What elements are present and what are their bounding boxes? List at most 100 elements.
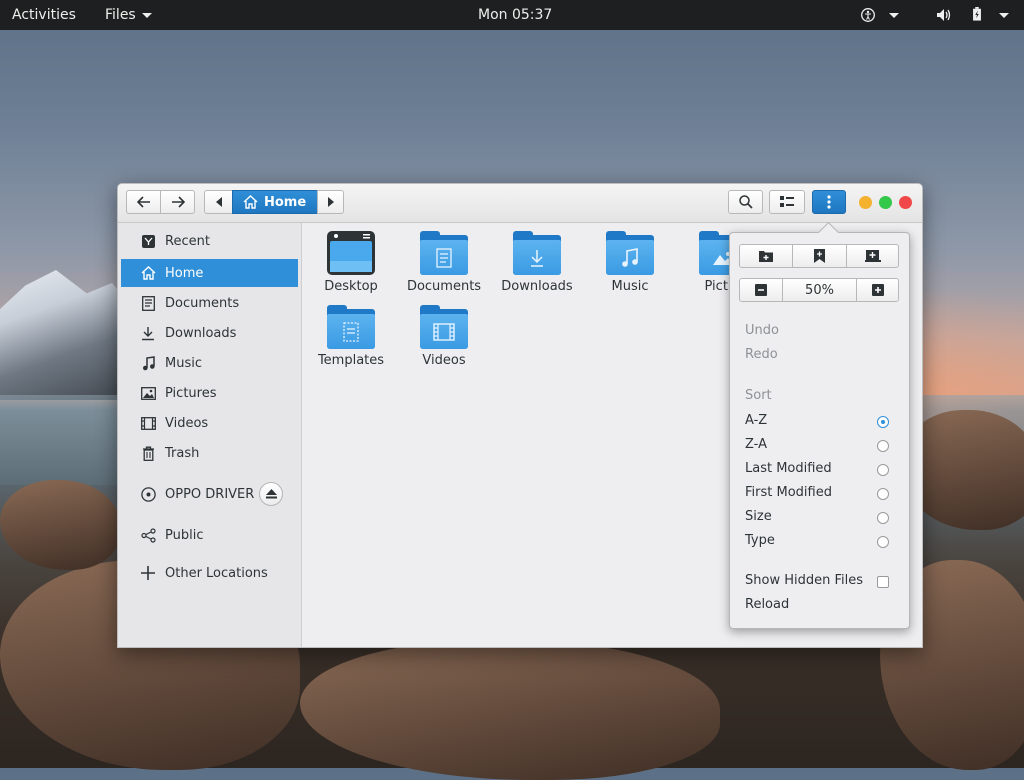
breadcrumb-right-button[interactable]: [317, 190, 344, 214]
desktop-icon: [327, 231, 375, 275]
triangle-right-icon: [327, 197, 334, 207]
new-tab-button[interactable]: [846, 244, 899, 268]
chevron-down-icon: [141, 12, 152, 18]
accessibility-icon[interactable]: [861, 8, 875, 22]
file-item-music[interactable]: Music: [585, 231, 675, 294]
breadcrumb-home[interactable]: Home: [232, 190, 318, 214]
file-label: Templates: [317, 353, 385, 368]
new-folder-button[interactable]: [739, 244, 793, 268]
sort-radio-last-modified[interactable]: [877, 464, 889, 476]
bookmark-icon: [814, 249, 825, 263]
sidebar-item-label: Pictures: [165, 385, 217, 401]
sidebar-item-label: Public: [165, 527, 204, 543]
sidebar-item-label: Trash: [165, 445, 200, 461]
view-toggle-button[interactable]: [769, 190, 805, 214]
file-item-videos[interactable]: Videos: [399, 305, 489, 368]
minimize-button[interactable]: [859, 196, 872, 209]
sidebar-item-label: OPPO DRIVER: [165, 486, 255, 502]
disc-icon: [140, 486, 156, 502]
eject-button[interactable]: [259, 482, 283, 506]
sort-option-size[interactable]: Size: [745, 506, 895, 528]
sort-option-last-modified[interactable]: Last Modified: [745, 458, 895, 480]
sidebar-item-documents[interactable]: Documents: [121, 289, 298, 317]
file-label: Downloads: [501, 279, 573, 294]
close-button[interactable]: [899, 196, 912, 209]
picture-icon: [140, 385, 156, 401]
sort-option-label: Last Modified: [745, 461, 832, 476]
plus-icon: [140, 565, 156, 581]
sort-option-label: Z-A: [745, 437, 767, 452]
zoom-out-button[interactable]: [739, 278, 783, 302]
home-icon: [140, 265, 156, 281]
sort-option-label: Type: [745, 533, 775, 548]
sidebar-item-label: Music: [165, 355, 202, 371]
wallpaper-rock: [0, 480, 120, 570]
document-icon: [140, 295, 156, 311]
file-item-downloads[interactable]: Downloads: [492, 231, 582, 294]
top-bar: Activities Files Mon 05:37: [0, 0, 1024, 30]
wallpaper-rock: [300, 640, 720, 780]
sort-option-label: First Modified: [745, 485, 832, 500]
menu-item-show-hidden[interactable]: Show Hidden Files: [745, 570, 895, 592]
new-folder-icon: [759, 251, 773, 262]
film-icon: [140, 415, 156, 431]
app-menu-popover: 50% Undo Redo Sort A-Z Z-A Last Modified…: [729, 221, 910, 629]
sidebar-item-other-locations[interactable]: Other Locations: [121, 559, 298, 587]
show-hidden-checkbox[interactable]: [877, 576, 889, 588]
sidebar-item-music[interactable]: Music: [121, 349, 298, 377]
folder-templates-icon: [327, 305, 375, 349]
app-menu-button[interactable]: Files: [105, 0, 152, 30]
chevron-down-icon[interactable]: [999, 13, 1009, 18]
file-item-documents[interactable]: Documents: [399, 231, 489, 294]
sort-radio-z-a[interactable]: [877, 440, 889, 452]
sidebar-item-label: Documents: [165, 295, 240, 311]
menu-item-redo[interactable]: Redo: [745, 344, 895, 366]
zoom-in-button[interactable]: [856, 278, 899, 302]
breadcrumb-left-button[interactable]: [204, 190, 233, 214]
clock[interactable]: Mon 05:37: [478, 0, 552, 30]
file-label: Documents: [406, 279, 482, 294]
minus-icon: [755, 284, 767, 296]
maximize-button[interactable]: [879, 196, 892, 209]
sort-radio-a-z[interactable]: [877, 416, 889, 428]
sidebar-item-recent[interactable]: Recent: [121, 227, 298, 255]
search-button[interactable]: [728, 190, 763, 214]
sidebar-item-trash[interactable]: Trash: [121, 439, 298, 467]
sidebar-item-label: Videos: [165, 415, 209, 431]
back-button[interactable]: [126, 190, 161, 214]
menu-item-undo[interactable]: Undo: [745, 320, 895, 342]
sidebar-item-label: Downloads: [165, 325, 237, 341]
app-menu-label: Files: [105, 7, 136, 23]
sort-radio-first-modified[interactable]: [877, 488, 889, 500]
sidebar-item-home[interactable]: Home: [121, 259, 298, 287]
sidebar-item-videos[interactable]: Videos: [121, 409, 298, 437]
breadcrumb-label: Home: [264, 194, 307, 210]
new-tab-icon: [864, 250, 881, 262]
plus-icon: [871, 284, 884, 296]
folder-music-icon: [606, 231, 654, 275]
chevron-down-icon[interactable]: [889, 13, 899, 18]
sort-option-a-z[interactable]: A-Z: [745, 410, 895, 432]
sort-option-type[interactable]: Type: [745, 530, 895, 552]
sort-option-first-modified[interactable]: First Modified: [745, 482, 895, 504]
zoom-level-button[interactable]: 50%: [782, 278, 857, 302]
volume-icon[interactable]: [936, 8, 952, 22]
menu-item-reload[interactable]: Reload: [745, 594, 895, 616]
menu-button[interactable]: [812, 190, 846, 214]
file-item-desktop[interactable]: Desktop: [306, 231, 396, 294]
zoom-level-label: 50%: [805, 282, 834, 298]
sidebar: Recent Home Documents Downloads Music Pi…: [118, 223, 302, 647]
forward-button[interactable]: [160, 190, 195, 214]
sort-radio-type[interactable]: [877, 536, 889, 548]
activities-button[interactable]: Activities: [12, 0, 76, 30]
triangle-left-icon: [215, 197, 222, 207]
bookmark-button[interactable]: [792, 244, 847, 268]
sidebar-item-pictures[interactable]: Pictures: [121, 379, 298, 407]
sort-option-z-a[interactable]: Z-A: [745, 434, 895, 456]
eject-icon: [265, 489, 277, 499]
file-item-templates[interactable]: Templates: [306, 305, 396, 368]
sidebar-item-downloads[interactable]: Downloads: [121, 319, 298, 347]
sidebar-item-public[interactable]: Public: [121, 521, 298, 549]
sort-radio-size[interactable]: [877, 512, 889, 524]
battery-icon[interactable]: [972, 7, 982, 21]
